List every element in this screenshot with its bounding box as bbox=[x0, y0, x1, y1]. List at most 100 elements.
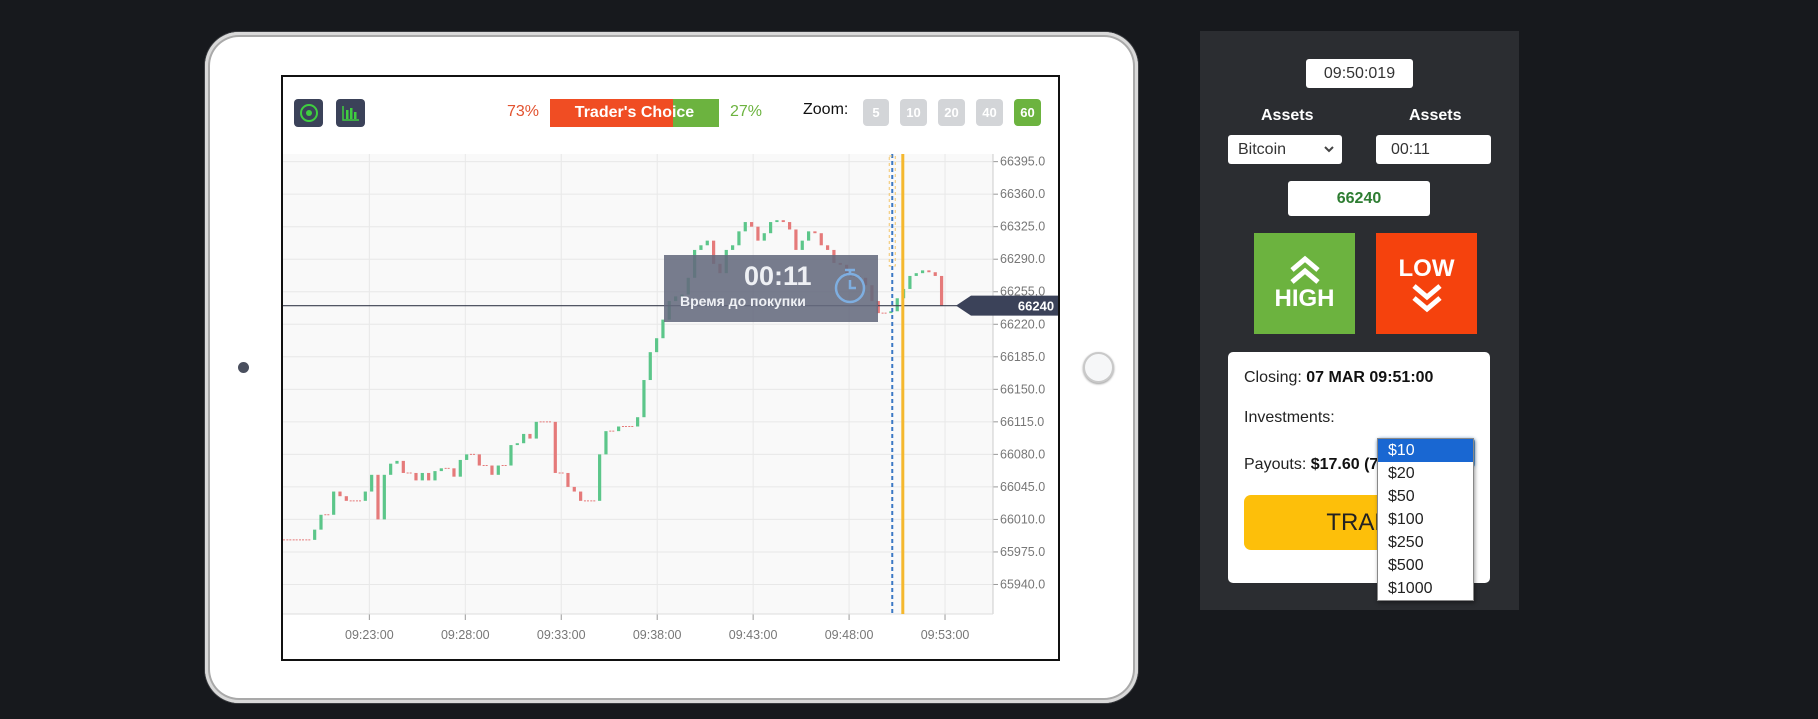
candle bbox=[572, 486, 576, 492]
y-tick-label: 65940.0 bbox=[1000, 577, 1045, 591]
candle bbox=[604, 431, 608, 455]
candle bbox=[332, 491, 336, 515]
candle bbox=[908, 275, 912, 289]
candle bbox=[534, 421, 538, 439]
investment-option[interactable]: $1000 bbox=[1378, 577, 1473, 600]
zoom-20-button[interactable]: 20 bbox=[938, 99, 965, 126]
investment-option[interactable]: $250 bbox=[1378, 531, 1473, 554]
down-percentage: 27% bbox=[730, 103, 763, 120]
candle bbox=[794, 229, 798, 250]
candle bbox=[775, 220, 779, 223]
x-tick-label: 09:43:00 bbox=[729, 628, 778, 642]
chart-toolbar: 73% Trader's Choice 27% Zoom: 5 10 20 40… bbox=[283, 77, 1058, 154]
candle bbox=[731, 245, 735, 250]
closing-value: 07 MAR 09:51:00 bbox=[1306, 369, 1434, 386]
candle bbox=[750, 222, 754, 227]
candle bbox=[699, 245, 703, 250]
x-tick-label: 09:33:00 bbox=[537, 628, 586, 642]
candle bbox=[458, 459, 462, 477]
low-button[interactable]: LOW bbox=[1376, 233, 1477, 334]
candle bbox=[813, 231, 817, 234]
asset-label: Assets bbox=[1261, 107, 1314, 124]
candle bbox=[509, 445, 513, 466]
candle bbox=[768, 222, 773, 234]
target-icon[interactable] bbox=[294, 99, 323, 127]
investment-option[interactable]: $100 bbox=[1378, 508, 1473, 531]
candle bbox=[395, 460, 399, 464]
timer-value: 00:11 bbox=[744, 261, 812, 291]
candle bbox=[655, 338, 659, 353]
low-button-label: LOW bbox=[1398, 254, 1455, 282]
candle bbox=[781, 220, 785, 223]
candle bbox=[566, 472, 570, 487]
candle bbox=[895, 298, 899, 312]
candle bbox=[933, 272, 937, 276]
x-tick-label: 09:28:00 bbox=[441, 628, 490, 642]
candle bbox=[439, 468, 443, 472]
high-button-label: HIGH bbox=[1274, 284, 1335, 312]
candle bbox=[414, 472, 418, 481]
double-chevron-up-icon bbox=[1289, 255, 1320, 284]
chart-plot[interactable]: 66395.0 66360.0 66325.0 66290.0 66255.0 66220… bbox=[280, 154, 1058, 659]
y-tick-label: 66290.0 bbox=[1000, 252, 1045, 266]
candle bbox=[661, 319, 665, 339]
zoom-60-button[interactable]: 60 bbox=[1014, 99, 1041, 126]
candle bbox=[313, 529, 317, 540]
plot-background bbox=[283, 154, 993, 614]
candle bbox=[522, 433, 526, 444]
asset-select[interactable]: Bitcoin bbox=[1228, 135, 1342, 164]
zoom-40-button[interactable]: 40 bbox=[976, 99, 1003, 126]
zoom-5-button[interactable]: 5 bbox=[863, 99, 889, 126]
expiry-label: Assets bbox=[1409, 107, 1462, 124]
candle bbox=[705, 240, 709, 246]
y-tick-label: 66150.0 bbox=[1000, 382, 1045, 396]
investments-label: Investments: bbox=[1244, 409, 1335, 426]
investment-option[interactable]: $10 bbox=[1378, 439, 1473, 462]
investment-option[interactable]: $50 bbox=[1378, 485, 1473, 508]
investment-option[interactable]: $500 bbox=[1378, 554, 1473, 577]
up-percentage: 73% bbox=[507, 103, 540, 120]
stopwatch-icon bbox=[834, 268, 866, 304]
candle bbox=[389, 463, 393, 475]
countdown-field: 00:11 bbox=[1376, 135, 1491, 164]
server-clock: 09:50:019 bbox=[1306, 59, 1413, 88]
candle bbox=[914, 273, 918, 276]
candle bbox=[737, 231, 741, 246]
candle bbox=[825, 245, 830, 250]
bar-chart-icon[interactable] bbox=[336, 99, 365, 127]
candle bbox=[376, 474, 380, 520]
payouts-value: $17.60 (7 bbox=[1310, 456, 1379, 473]
payouts-row: Payouts: $17.60 (7 bbox=[1244, 456, 1378, 474]
x-tick-label: 09:23:00 bbox=[345, 628, 394, 642]
y-tick-label: 66185.0 bbox=[1000, 350, 1045, 364]
investment-dropdown-list[interactable]: $10 $20 $50 $100 $250 $500 $1000 bbox=[1377, 438, 1474, 601]
y-tick-label: 66325.0 bbox=[1000, 220, 1045, 234]
current-price-field: 66240 bbox=[1288, 181, 1430, 216]
current-price-tag-label: 66240 bbox=[1018, 299, 1054, 314]
candle bbox=[743, 222, 747, 232]
candle bbox=[553, 421, 557, 473]
candle bbox=[363, 491, 367, 501]
home-button[interactable] bbox=[1083, 352, 1114, 383]
y-tick-label: 66220.0 bbox=[1000, 317, 1045, 331]
current-price-value: 66240 bbox=[1336, 189, 1382, 207]
closing-label: Closing: bbox=[1244, 369, 1302, 386]
candle bbox=[382, 474, 386, 520]
high-button[interactable]: HIGH bbox=[1254, 233, 1355, 334]
y-tick-label: 66045.0 bbox=[1000, 480, 1045, 494]
candle bbox=[762, 233, 766, 241]
zoom-10-button[interactable]: 10 bbox=[900, 99, 927, 126]
candle bbox=[344, 496, 348, 501]
investment-option[interactable]: $20 bbox=[1378, 462, 1473, 485]
chart-widget: 73% Trader's Choice 27% Zoom: 5 10 20 40… bbox=[280, 75, 1060, 661]
candlestick-chart[interactable]: 66395.066360.066325.066290.066255.066220… bbox=[280, 154, 1058, 659]
payouts-label: Payouts: bbox=[1244, 456, 1307, 473]
candle bbox=[648, 352, 652, 381]
candle bbox=[939, 275, 944, 306]
y-tick-label: 66395.0 bbox=[1000, 155, 1045, 169]
candle bbox=[465, 454, 469, 460]
candle bbox=[806, 231, 811, 241]
purchase-timer-overlay: 00:11 Время до покупки bbox=[664, 255, 878, 322]
y-tick-label: 66080.0 bbox=[1000, 447, 1045, 461]
y-tick-label: 66360.0 bbox=[1000, 187, 1045, 201]
